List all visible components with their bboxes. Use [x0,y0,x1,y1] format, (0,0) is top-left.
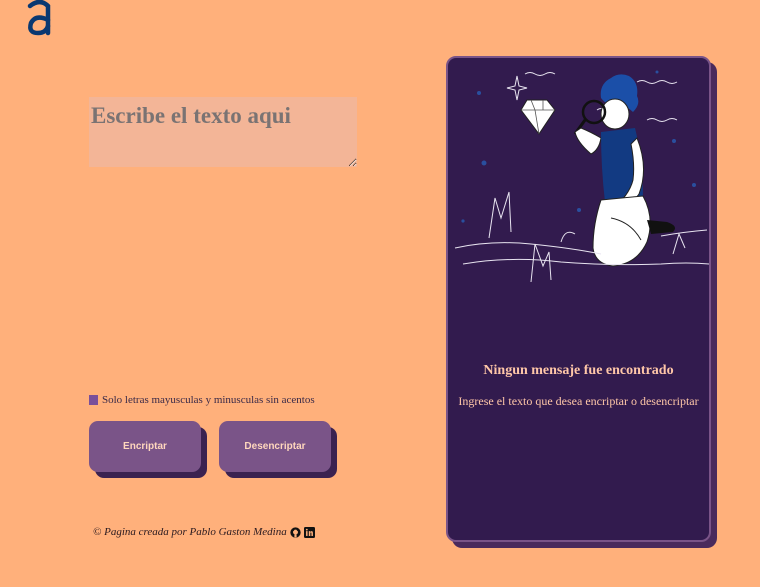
linkedin-icon[interactable] [303,526,315,538]
encrypt-button[interactable]: Encriptar [89,421,201,472]
person-with-magnifying-glass-illustration [454,70,709,283]
github-icon[interactable] [290,526,301,538]
info-icon [89,395,98,405]
empty-state-subtitle: Ingrese el texto que desea encriptar o d… [458,394,699,408]
message-input[interactable] [89,97,357,167]
output-panel: Ningun mensaje fue encontrado Ingrese el… [446,56,711,542]
decrypt-button[interactable]: Desencriptar [219,421,331,472]
info-text: Solo letras mayusculas y minusculas sin … [102,394,315,406]
info-note: Solo letras mayusculas y minusculas sin … [89,394,315,406]
footer-text: © Pagina creada por Pablo Gaston Medina [93,526,287,538]
alura-logo-icon[interactable] [24,0,56,38]
empty-state-title: Ningun mensaje fue encontrado [483,363,674,378]
footer: © Pagina creada por Pablo Gaston Medina [93,526,315,538]
